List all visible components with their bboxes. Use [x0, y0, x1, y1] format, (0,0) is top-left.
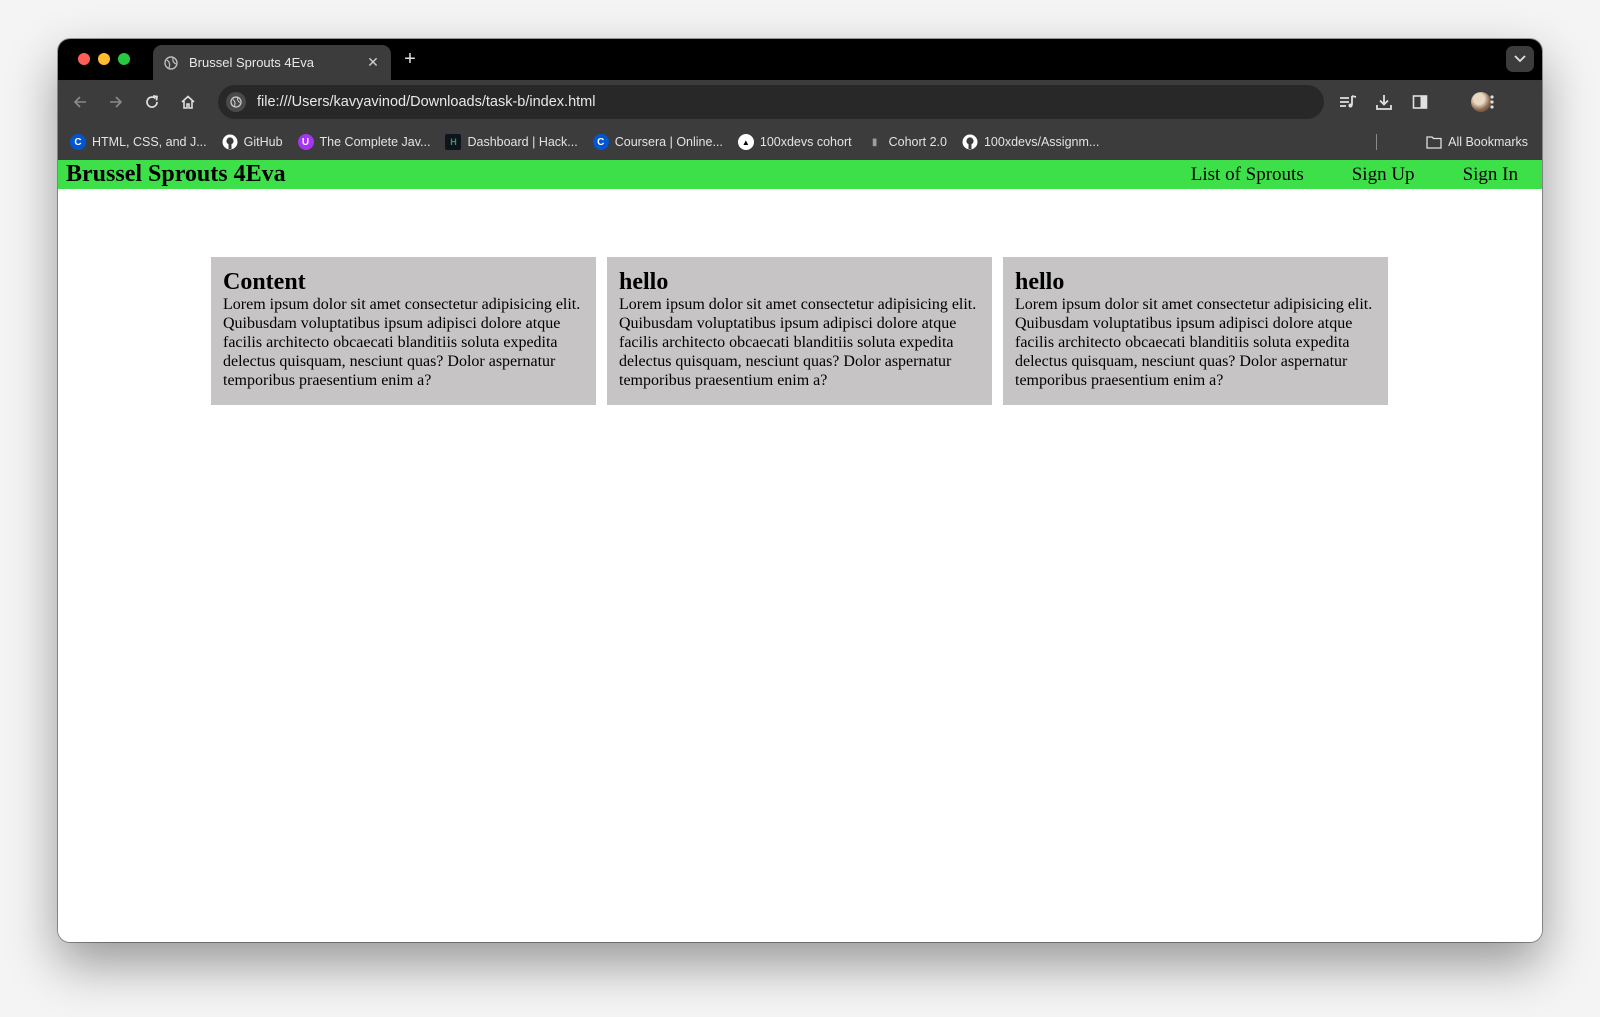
- bookmark-item[interactable]: GitHub: [222, 134, 283, 150]
- reload-icon: [146, 95, 158, 108]
- chevron-down-icon: [1514, 55, 1526, 63]
- site-info-icon[interactable]: [226, 92, 246, 112]
- home-button[interactable]: [176, 90, 200, 114]
- tab-search-button[interactable]: [1506, 46, 1534, 72]
- bookmark-item[interactable]: C HTML, CSS, and J...: [70, 134, 207, 150]
- back-button[interactable]: [68, 90, 92, 114]
- bookmark-label: Cohort 2.0: [888, 135, 947, 149]
- bookmark-item[interactable]: ▮ Cohort 2.0: [867, 134, 947, 150]
- all-bookmarks-button[interactable]: All Bookmarks: [1426, 124, 1528, 160]
- content-card: Content Lorem ipsum dolor sit amet conse…: [211, 257, 596, 405]
- reading-list-button[interactable]: [1336, 90, 1360, 114]
- maximize-window-button[interactable]: [118, 53, 130, 65]
- site-navbar: Brussel Sprouts 4Eva List of Sprouts Sig…: [58, 160, 1542, 189]
- nav-sign-up[interactable]: Sign Up: [1352, 160, 1415, 189]
- bookmark-label: 100xdevs/Assignm...: [983, 135, 1100, 149]
- address-bar[interactable]: file:///Users/kavyavinod/Downloads/task-…: [218, 85, 1324, 119]
- bookmarks-separator: [1376, 134, 1377, 150]
- hackerrank-icon: H: [445, 134, 462, 150]
- tab-active[interactable]: Brussel Sprouts 4Eva ✕: [153, 45, 391, 80]
- media-controls-icon: [1340, 95, 1357, 108]
- new-tab-button[interactable]: +: [398, 48, 422, 72]
- reload-button[interactable]: [140, 90, 164, 114]
- toolbar: file:///Users/kavyavinod/Downloads/task-…: [58, 80, 1542, 124]
- tab-strip: Brussel Sprouts 4Eva ✕ +: [58, 39, 1542, 80]
- coursera-icon: C: [70, 134, 86, 150]
- card-title: hello: [619, 269, 669, 295]
- nav-list-of-sprouts[interactable]: List of Sprouts: [1191, 160, 1304, 189]
- more-vertical-icon: [1490, 95, 1494, 109]
- bookmark-label: Dashboard | Hack...: [467, 135, 578, 149]
- nav-links: List of Sprouts Sign Up Sign In: [1143, 160, 1518, 189]
- card-body: Lorem ipsum dolor sit amet consectetur a…: [1015, 296, 1373, 389]
- close-window-button[interactable]: [78, 53, 90, 65]
- forward-button[interactable]: [104, 90, 128, 114]
- folder-icon: [1426, 135, 1442, 149]
- card-body: Lorem ipsum dolor sit amet consectetur a…: [619, 296, 977, 389]
- bookmark-label: 100xdevs cohort: [759, 135, 852, 149]
- nav-sign-in[interactable]: Sign In: [1463, 160, 1518, 189]
- bookmark-item[interactable]: ▲ 100xdevs cohort: [737, 134, 852, 150]
- card-title: hello: [1015, 269, 1065, 295]
- site-title: Brussel Sprouts 4Eva: [66, 161, 286, 187]
- arrow-right-icon: [110, 96, 123, 108]
- all-bookmarks-label: All Bookmarks: [1448, 135, 1528, 149]
- bookmarks-bar: C HTML, CSS, and J... GitHub U The Complete …: [58, 124, 1542, 160]
- bookmark-item[interactable]: C Coursera | Online...: [592, 134, 723, 150]
- globe-icon: [163, 55, 179, 71]
- card-title: Content: [223, 269, 306, 295]
- github-icon: [962, 134, 978, 150]
- browser-window: Brussel Sprouts 4Eva ✕ + file:///Users/k…: [58, 39, 1542, 942]
- home-icon: [181, 95, 195, 109]
- bookmark-label: Coursera | Online...: [614, 135, 723, 149]
- side-panel-button[interactable]: [1408, 90, 1432, 114]
- tab-title: Brussel Sprouts 4Eva: [189, 55, 315, 70]
- udemy-icon: U: [297, 134, 314, 150]
- page-viewport: Brussel Sprouts 4Eva List of Sprouts Sig…: [58, 160, 1542, 942]
- minimize-window-button[interactable]: [98, 53, 110, 65]
- page-icon: ▮: [871, 136, 878, 148]
- arrow-left-icon: [73, 96, 86, 108]
- content-card: hello Lorem ipsum dolor sit amet consect…: [1003, 257, 1388, 405]
- side-panel-icon: [1412, 95, 1428, 109]
- bookmark-item[interactable]: H Dashboard | Hack...: [445, 134, 578, 150]
- url-text: file:///Users/kavyavinod/Downloads/task-…: [257, 94, 596, 110]
- tab-close-icon[interactable]: ✕: [365, 54, 381, 71]
- card-row: Content Lorem ipsum dolor sit amet conse…: [211, 257, 1388, 405]
- downloads-button[interactable]: [1372, 90, 1396, 114]
- bookmark-label: The Complete Jav...: [319, 135, 431, 149]
- menu-button[interactable]: [1480, 90, 1504, 114]
- card-body: Lorem ipsum dolor sit amet consectetur a…: [223, 296, 581, 389]
- bookmark-item[interactable]: 100xdevs/Assignm...: [962, 134, 1099, 150]
- triangle-icon: ▲: [737, 134, 754, 150]
- coursera-icon: C: [592, 134, 609, 150]
- content-card: hello Lorem ipsum dolor sit amet consect…: [607, 257, 992, 405]
- bookmark-label: HTML, CSS, and J...: [92, 135, 207, 149]
- bookmark-label: GitHub: [243, 135, 283, 149]
- download-icon: [1376, 95, 1392, 110]
- github-icon: [222, 134, 238, 150]
- bookmark-item[interactable]: U The Complete Jav...: [297, 134, 431, 150]
